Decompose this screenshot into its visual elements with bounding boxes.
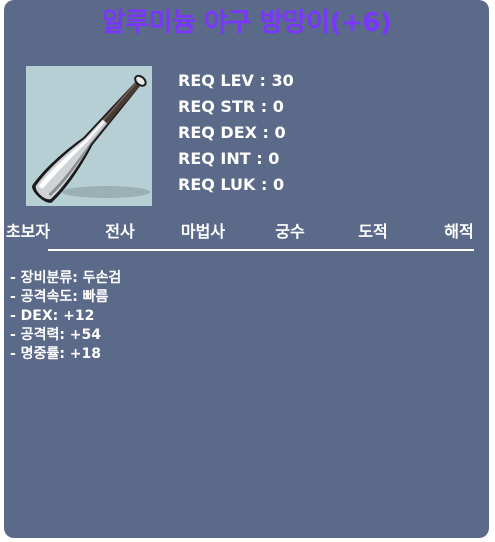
item-name: 알루미늄 야구 방망이(+6) [101,8,392,38]
stat-dex: - DEX: +12 [10,308,95,324]
job-thief: 도적 [358,222,388,241]
job-beginner: 초보자 [5,222,51,241]
req-int: REQ INT : 0 [178,149,280,168]
stat-category: - 장비분류: 두손검 [10,270,122,286]
stat-attack-speed: - 공격속도: 빠름 [10,289,109,305]
job-warrior: 전사 [105,222,135,241]
stat-attack: - 공격력: +54 [10,327,102,343]
item-icon-frame [26,66,152,206]
job-bowman: 궁수 [275,222,305,241]
item-stats: - 장비분류: 두손검 - 공격속도: 빠름 - DEX: +12 - 공격력:… [10,269,121,364]
job-magician: 마법사 [180,222,226,241]
divider [48,249,474,251]
req-str: REQ STR : 0 [178,97,284,116]
req-luk: REQ LUK : 0 [178,175,285,194]
item-tooltip: 알루미늄 야구 방망이(+6) REQ LEV: 30 REQ STR: 0… [4,0,489,538]
req-dex: REQ DEX : 0 [178,123,286,142]
requirements-list: REQ LEV : 30 REQ STR : 0 REQ DEX : 0 REQ… [178,68,294,198]
job-pirate: 해적 [444,222,474,241]
req-level: REQ LEV : 30 [178,71,294,90]
stat-accuracy: - 명중률: +18 [10,346,102,362]
aluminum-baseball-bat-icon [32,74,150,203]
job-list: 초보자 전사 마법사 궁수 도적 해적 [4,218,489,241]
